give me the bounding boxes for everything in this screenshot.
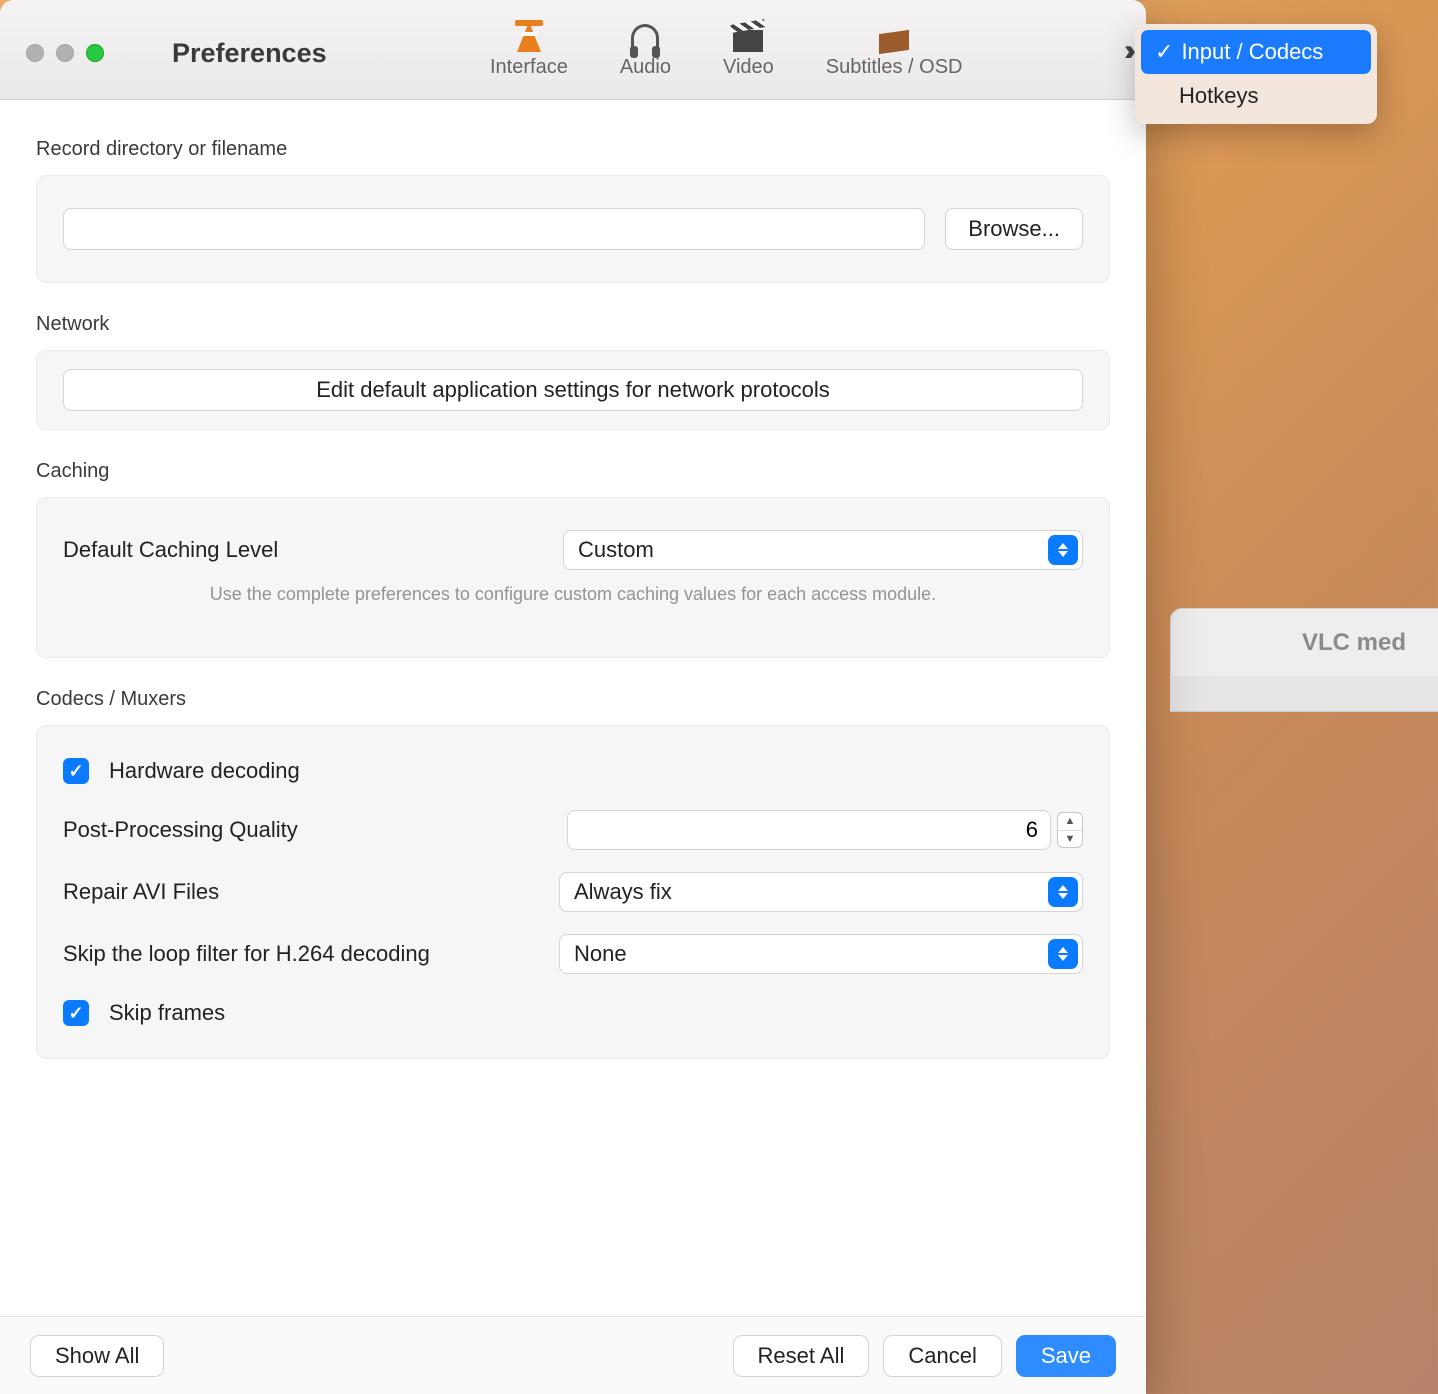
content-area: Record directory or filename Browse... N… bbox=[0, 100, 1146, 1316]
tab-audio[interactable]: Audio bbox=[612, 8, 679, 83]
tab-label: Interface bbox=[490, 56, 568, 79]
reset-all-button[interactable]: Reset All bbox=[733, 1335, 870, 1377]
postprocessing-label: Post-Processing Quality bbox=[63, 817, 543, 843]
box-icon bbox=[874, 12, 914, 52]
zoom-button[interactable] bbox=[86, 44, 104, 62]
section-label-codecs: Codecs / Muxers bbox=[36, 688, 1110, 711]
overflow-item-label: Input / Codecs bbox=[1181, 39, 1323, 65]
traffic-lights bbox=[26, 44, 104, 62]
postprocessing-stepper[interactable]: ▲ ▼ bbox=[1057, 812, 1083, 848]
caching-hint: Use the complete preferences to configur… bbox=[63, 584, 1083, 605]
background-window-title: VLC med bbox=[1302, 629, 1406, 657]
browse-button[interactable]: Browse... bbox=[945, 208, 1083, 250]
overflow-item-label: Hotkeys bbox=[1179, 83, 1258, 109]
tab-label: Subtitles / OSD bbox=[826, 56, 963, 79]
clapperboard-icon bbox=[728, 12, 768, 52]
overflow-item-input-codecs[interactable]: ✓ Input / Codecs bbox=[1141, 30, 1371, 74]
cancel-button[interactable]: Cancel bbox=[883, 1335, 1001, 1377]
edit-network-protocols-button[interactable]: Edit default application settings for ne… bbox=[63, 369, 1083, 411]
hardware-decoding-checkbox[interactable]: ✓ bbox=[63, 758, 89, 784]
updown-icon bbox=[1048, 939, 1078, 969]
hardware-decoding-label: Hardware decoding bbox=[109, 758, 300, 784]
background-window-toolbar bbox=[1170, 676, 1438, 712]
background-window-titlebar: VLC med bbox=[1170, 608, 1438, 678]
save-button[interactable]: Save bbox=[1016, 1335, 1116, 1377]
toolbar-tabs: Interface Audio Video Subtitles / OSD bbox=[482, 8, 971, 83]
caching-level-value: Custom bbox=[578, 537, 654, 563]
checkmark-icon: ✓ bbox=[1155, 39, 1173, 65]
record-group: Browse... bbox=[36, 175, 1110, 283]
skip-frames-label: Skip frames bbox=[109, 1000, 225, 1026]
repair-avi-value: Always fix bbox=[574, 879, 672, 905]
skip-loop-label: Skip the loop filter for H.264 decoding bbox=[63, 941, 539, 967]
window-title: Preferences bbox=[172, 38, 327, 69]
preferences-window: Preferences Interface Audio Video Subtit… bbox=[0, 0, 1146, 1394]
skip-frames-checkbox[interactable]: ✓ bbox=[63, 1000, 89, 1026]
caching-level-select[interactable]: Custom bbox=[563, 530, 1083, 570]
skip-loop-select[interactable]: None bbox=[559, 934, 1083, 974]
overflow-item-hotkeys[interactable]: Hotkeys bbox=[1141, 74, 1371, 118]
titlebar: Preferences Interface Audio Video Subtit… bbox=[0, 0, 1146, 100]
caching-group: Default Caching Level Custom Use the com… bbox=[36, 497, 1110, 658]
tab-label: Video bbox=[723, 56, 774, 79]
updown-icon bbox=[1048, 535, 1078, 565]
toolbar-overflow-menu: ✓ Input / Codecs Hotkeys bbox=[1135, 24, 1377, 124]
section-label-caching: Caching bbox=[36, 460, 1110, 483]
repair-avi-select[interactable]: Always fix bbox=[559, 872, 1083, 912]
minimize-button[interactable] bbox=[56, 44, 74, 62]
skip-loop-value: None bbox=[574, 941, 627, 967]
section-label-record: Record directory or filename bbox=[36, 138, 1110, 161]
chevron-up-icon: ▲ bbox=[1058, 813, 1082, 831]
record-path-input[interactable] bbox=[63, 208, 925, 250]
close-button[interactable] bbox=[26, 44, 44, 62]
tab-interface[interactable]: Interface bbox=[482, 8, 576, 83]
postprocessing-input[interactable] bbox=[567, 810, 1051, 850]
toolbar-overflow-button[interactable]: ›› bbox=[1124, 34, 1128, 68]
caching-level-label: Default Caching Level bbox=[63, 537, 543, 563]
codecs-group: ✓ Hardware decoding Post-Processing Qual… bbox=[36, 725, 1110, 1059]
show-all-button[interactable]: Show All bbox=[30, 1335, 164, 1377]
chevron-down-icon: ▼ bbox=[1058, 831, 1082, 848]
tab-video[interactable]: Video bbox=[715, 8, 782, 83]
cone-icon bbox=[509, 12, 549, 52]
network-group: Edit default application settings for ne… bbox=[36, 350, 1110, 430]
tab-label: Audio bbox=[620, 56, 671, 79]
headphones-icon bbox=[625, 12, 665, 52]
updown-icon bbox=[1048, 877, 1078, 907]
section-label-network: Network bbox=[36, 313, 1110, 336]
repair-avi-label: Repair AVI Files bbox=[63, 879, 539, 905]
tab-subtitles-osd[interactable]: Subtitles / OSD bbox=[818, 8, 971, 83]
footer: Show All Reset All Cancel Save bbox=[0, 1316, 1146, 1394]
